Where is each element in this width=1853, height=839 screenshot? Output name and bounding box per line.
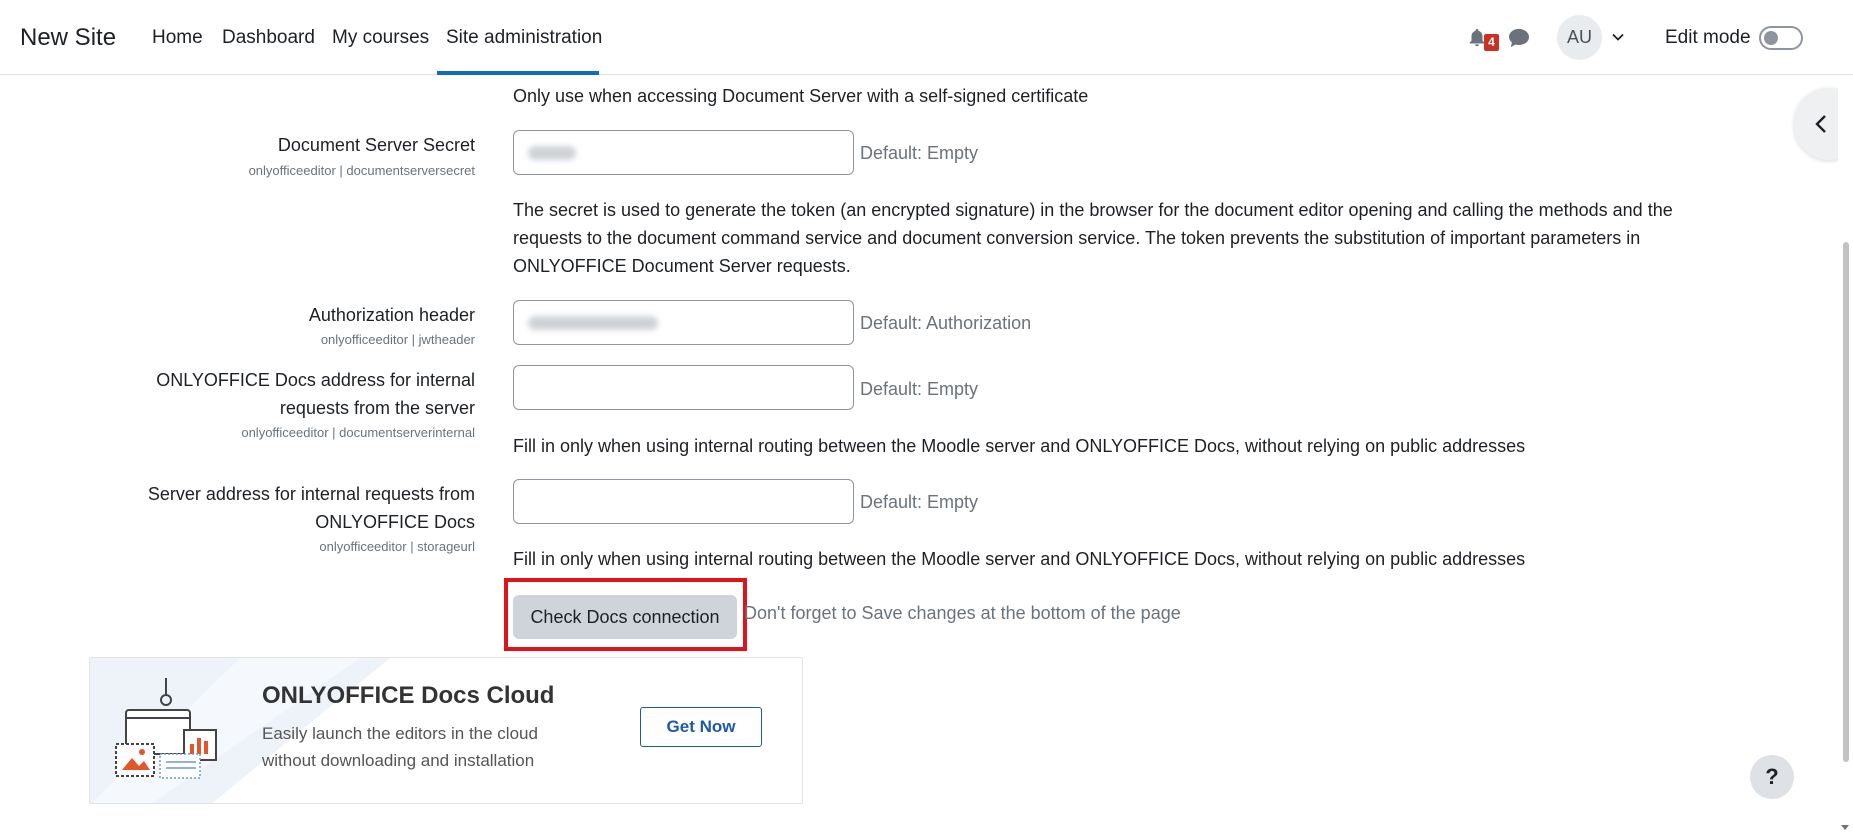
secret-default: Default: Empty [860, 143, 979, 163]
internal-address-setting-name: onlyofficeeditor | documentserverinterna… [241, 425, 475, 440]
storage-url-input[interactable] [513, 479, 854, 524]
chevron-down-icon[interactable] [1611, 30, 1625, 44]
user-avatar[interactable]: AU [1557, 15, 1602, 60]
check-docs-connection-button[interactable]: Check Docs connection [513, 595, 737, 639]
scroll-down-arrow-icon[interactable] [1840, 822, 1850, 832]
internal-address-input[interactable] [513, 365, 854, 410]
nav-dashboard[interactable]: Dashboard [222, 27, 315, 49]
banner-text-line-2: without downloading and installation [262, 751, 535, 770]
auth-header-setting-name: onlyofficeeditor | jwtheader [320, 332, 475, 347]
internal-address-default: Default: Empty [860, 379, 979, 399]
edit-mode-toggle[interactable] [1759, 26, 1803, 50]
nav-home[interactable]: Home [152, 27, 203, 49]
document-server-secret-input[interactable] [513, 130, 854, 175]
authorization-header-input[interactable] [513, 300, 854, 345]
auth-header-default: Default: Authorization [860, 313, 1032, 333]
onlyoffice-cloud-banner: ONLYOFFICE Docs Cloud Easily launch the … [89, 657, 803, 804]
secret-label: Document Server Secret [277, 135, 475, 155]
storage-url-default: Default: Empty [860, 492, 979, 512]
notification-count-badge: 4 [1484, 34, 1499, 51]
banner-title: ONLYOFFICE Docs Cloud [262, 682, 555, 709]
nav-my-courses[interactable]: My courses [332, 27, 429, 49]
masked-secret-value [528, 146, 576, 160]
internal-address-description: Fill in only when using internal routing… [513, 436, 1526, 456]
self-signed-cert-note: Only use when accessing Document Server … [513, 86, 1089, 106]
site-brand[interactable]: New Site [20, 24, 116, 52]
internal-address-label-line-1: ONLYOFFICE Docs address for internal [156, 370, 475, 390]
nav-site-administration[interactable]: Site administration [446, 27, 602, 49]
chevron-left-icon [1815, 115, 1826, 133]
top-navbar: New Site Home Dashboard My courses Site … [0, 0, 1853, 75]
auth-header-label: Authorization header [308, 305, 475, 325]
banner-text-line-1: Easily launch the editors in the cloud [262, 724, 538, 743]
messages-icon[interactable] [1508, 28, 1530, 48]
storage-url-label-line-2: ONLYOFFICE Docs [315, 512, 475, 532]
storage-url-description: Fill in only when using internal routing… [513, 549, 1526, 569]
masked-header-value [528, 316, 658, 330]
toggle-knob [1764, 31, 1778, 45]
active-nav-indicator [437, 71, 599, 75]
secret-setting-name: onlyofficeeditor | documentserversecret [248, 163, 475, 178]
scrollbar-thumb[interactable] [1843, 242, 1849, 762]
internal-address-label-line-2: requests from the server [279, 398, 475, 418]
secret-description-line-3: ONLYOFFICE Document Server requests. [513, 256, 851, 276]
cloud-editors-illustration-icon [115, 678, 217, 779]
storage-url-label-line-1: Server address for internal requests fro… [147, 484, 475, 504]
save-changes-note: Don't forget to Save changes at the bott… [744, 603, 1181, 623]
get-now-button[interactable]: Get Now [640, 707, 762, 747]
storage-url-setting-name: onlyofficeeditor | storageurl [319, 539, 475, 554]
secret-description-line-2: requests to the document command service… [513, 228, 1641, 248]
secret-description-line-1: The secret is used to generate the token… [513, 200, 1673, 220]
help-button[interactable]: ? [1750, 755, 1794, 799]
edit-mode-label: Edit mode [1665, 27, 1751, 48]
